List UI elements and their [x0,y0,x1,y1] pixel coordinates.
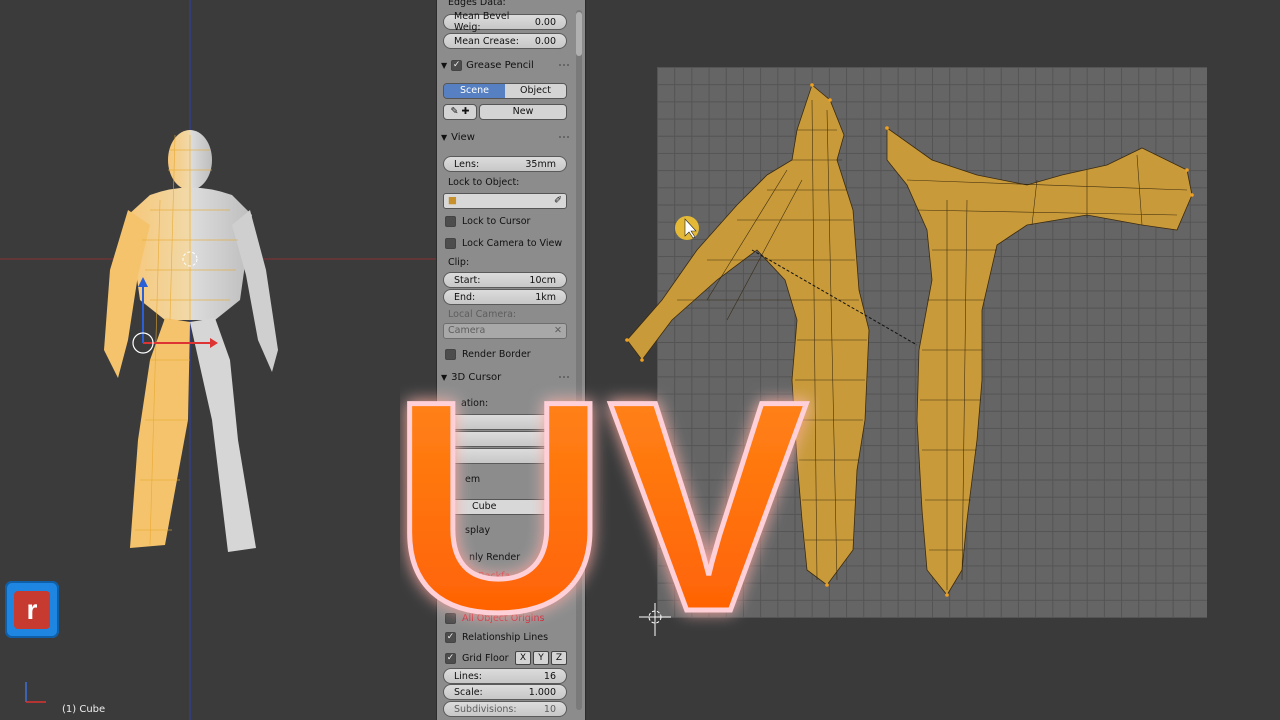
clip-end-value: 1km [535,291,556,303]
view-section[interactable]: ▼ View [441,128,569,146]
drag-handle-icon[interactable] [559,64,569,66]
lens-label: Lens: [454,158,480,170]
lens-value: 35mm [525,158,556,170]
eyedropper-icon[interactable]: ✐ [554,194,562,208]
uv-title-text: UV [400,338,810,650]
mean-bevel-field[interactable]: Mean Bevel Weig: 0.00 [443,11,567,33]
lock-camera-option[interactable]: Lock Camera to View [443,235,567,251]
tab-scene[interactable]: Scene [444,84,505,98]
subdivisions-field[interactable]: Subdivisions: 10 [443,701,567,717]
grid-floor-option[interactable]: ✓ Grid Floor X Y Z [443,650,567,666]
pencil-icon[interactable]: ✎ ✚ [443,104,477,120]
active-object-label: (1) Cube [62,704,106,715]
mean-bevel-value: 0.00 [534,16,556,28]
uv-title-overlay: UV [400,336,812,651]
grease-pencil-checkbox[interactable]: ✓ [451,59,463,71]
clip-end-label: End: [454,291,476,303]
clip-end-field[interactable]: End: 1km [443,289,567,305]
drag-handle-icon[interactable] [559,136,569,138]
lock-to-cursor-option[interactable]: Lock to Cursor [443,213,567,229]
lock-to-cursor-checkbox[interactable] [445,215,456,227]
clip-start-field[interactable]: Start: 10cm [443,272,567,288]
grid-lines-value: 16 [543,670,556,682]
mean-crease-label: Mean Crease: [454,35,519,47]
grid-scale-value: 1.000 [528,686,556,698]
subdivisions-label: Subdivisions: [454,703,517,715]
lock-to-object-label: Lock to Object: [448,177,520,188]
grid-scale-label: Scale: [454,686,483,698]
clip-start-label: Start: [454,274,481,286]
lens-field[interactable]: Lens: 35mm [443,156,567,172]
new-button[interactable]: New [479,104,567,120]
mean-bevel-label: Mean Bevel Weig: [454,11,510,33]
grid-floor-label: Grid Floor [462,652,509,664]
grease-pencil-title: Grease Pencil [466,59,534,71]
grid-floor-checkbox[interactable]: ✓ [445,652,456,664]
view-title: View [451,131,475,143]
grease-pencil-new-row: ✎ ✚ New [443,104,567,120]
clip-start-value: 10cm [529,274,556,286]
cube-icon: ■ [448,195,457,206]
uv-island-back [886,127,1193,596]
character-model [25,130,278,703]
subdivisions-value: 10 [543,703,556,715]
lock-camera-checkbox[interactable] [445,237,456,249]
axis-y-toggle[interactable]: Y [533,651,549,665]
lock-object-field[interactable]: ■ ✐ [443,193,567,209]
grid-lines-field[interactable]: Lines: 16 [443,668,567,684]
clip-label: Clip: [448,257,470,268]
logo-letter: r [14,590,50,629]
lock-camera-label: Lock Camera to View [462,237,563,249]
lock-to-cursor-label: Lock to Cursor [462,215,531,227]
mean-crease-field[interactable]: Mean Crease: 0.00 [443,33,567,49]
axis-z-toggle[interactable]: Z [551,651,567,665]
axis-toggle-group: X Y Z [515,651,567,665]
grease-pencil-section[interactable]: ▼ ✓ Grease Pencil [441,56,569,74]
axis-x-toggle[interactable]: X [515,651,531,665]
tab-object[interactable]: Object [505,84,566,98]
grid-lines-label: Lines: [454,670,482,682]
collapse-triangle-icon: ▼ [441,132,448,142]
3d-viewport[interactable]: (1) Cube [0,0,436,720]
scrollbar-thumb[interactable] [576,12,582,56]
mean-crease-value: 0.00 [534,35,556,47]
grid-scale-field[interactable]: Scale: 1.000 [443,684,567,700]
channel-logo: r [5,581,59,638]
collapse-triangle-icon: ▼ [441,60,448,70]
grease-pencil-tabs[interactable]: Scene Object [443,83,567,99]
